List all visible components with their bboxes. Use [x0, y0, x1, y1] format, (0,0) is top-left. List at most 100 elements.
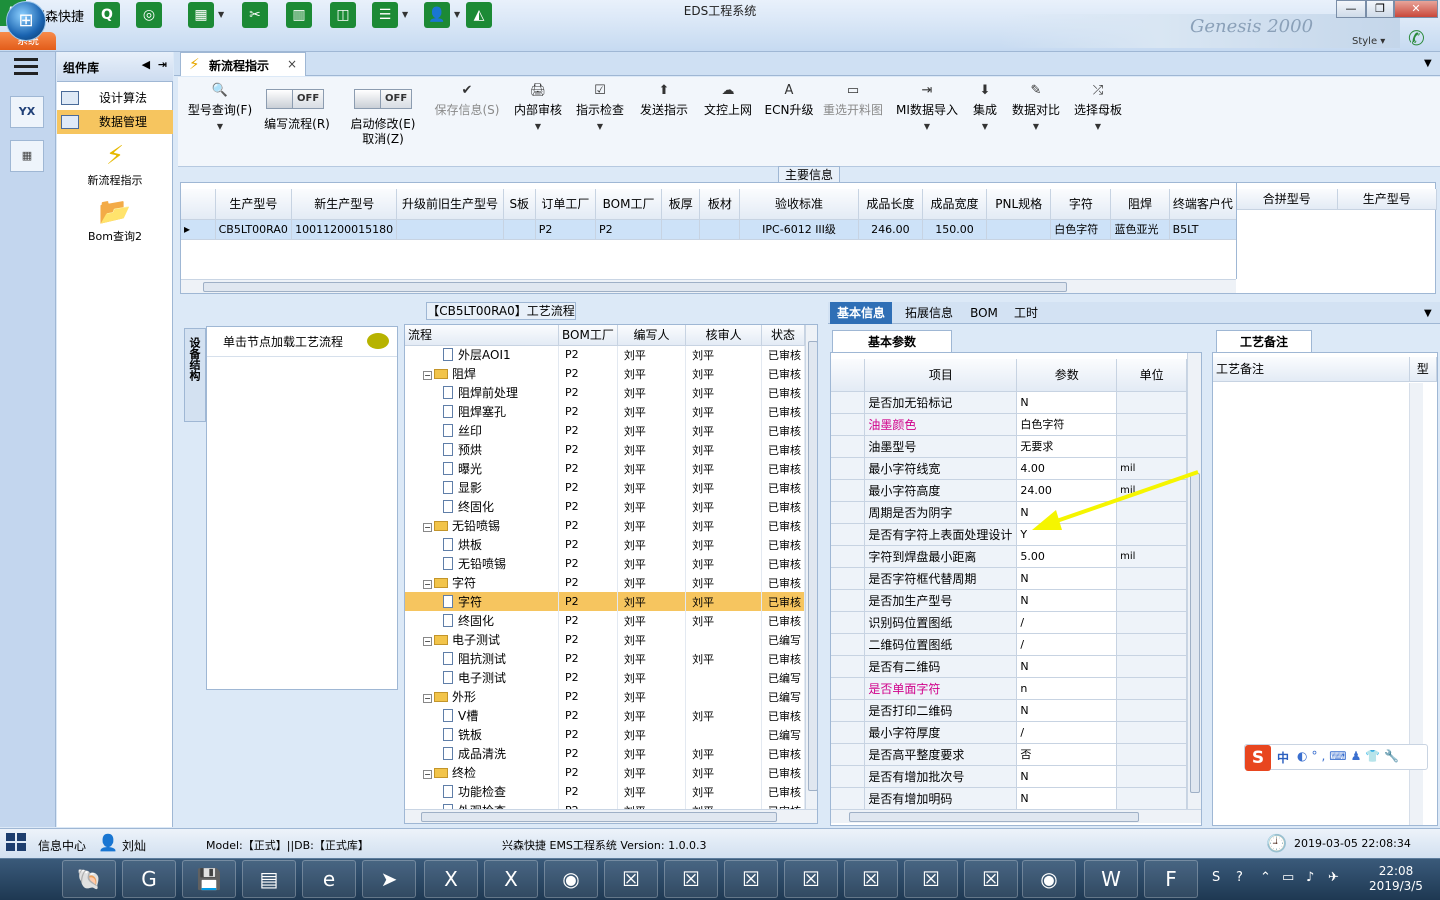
flow-row[interactable]: 功能检查 P2 刘平 刘平 已审核: [405, 782, 806, 801]
param-row[interactable]: 是否加生产型号 N: [831, 589, 1187, 612]
equipment-structure-tab[interactable]: 设备结构: [184, 328, 206, 422]
chevron-down-icon[interactable]: ▼: [182, 122, 258, 131]
save-app-icon[interactable]: 💾: [182, 860, 236, 898]
col-writer[interactable]: 编写人: [617, 325, 687, 346]
col-process-notes[interactable]: 工艺备注: [1213, 357, 1410, 382]
write-flow-toggle[interactable]: OFF: [266, 89, 324, 109]
calculator-icon[interactable]: ▦: [10, 140, 44, 172]
flow-row[interactable]: 终固化 P2 刘平 刘平 已审核: [405, 497, 806, 516]
cell-pnl-spec[interactable]: [986, 219, 1052, 240]
flow-row[interactable]: 无铅喷锡 P2 刘平 刘平 已审核: [405, 554, 806, 573]
library-new-flow-instruction[interactable]: ⚡ 新流程指示: [57, 140, 173, 188]
flow-row[interactable]: 显影 P2 刘平 刘平 已审核: [405, 478, 806, 497]
window-app-icon[interactable]: ☒: [904, 860, 958, 898]
library-bom-query[interactable]: 📂 Bom查询2: [57, 196, 173, 244]
hamburger-menu-icon[interactable]: [14, 58, 38, 76]
param-value[interactable]: N: [1016, 567, 1118, 590]
flow-row[interactable]: 铣板 P2 刘平 已编写: [405, 725, 806, 744]
flow-row[interactable]: 终固化 P2 刘平 刘平 已审核: [405, 611, 806, 630]
param-row[interactable]: 是否高平整度要求否: [831, 743, 1187, 766]
window-app-icon[interactable]: ☒: [844, 860, 898, 898]
cell-end-customer[interactable]: B5LT: [1169, 219, 1238, 240]
ime-toolbar[interactable]: S 中 ◐°,⌨♟👕🔧: [1244, 744, 1428, 771]
model-query-button[interactable]: 🔍 型号查询(F) ▼: [182, 83, 258, 131]
style-menu[interactable]: Style ▾: [1352, 36, 1385, 47]
param-value[interactable]: 白色字符: [1016, 413, 1118, 436]
col-finished-width[interactable]: 成品宽度: [922, 189, 988, 220]
flow-row[interactable]: 烘板 P2 刘平 刘平 已审核: [405, 535, 806, 554]
col-unit[interactable]: 单位: [1116, 359, 1187, 392]
col-item[interactable]: 项目: [864, 359, 1018, 392]
col-end-customer[interactable]: 终端客户代: [1169, 189, 1238, 220]
mi-import-button[interactable]: ⇥ MI数据导入 ▼: [894, 83, 960, 131]
integrate-button[interactable]: ⬇ 集成 ▼: [970, 83, 1000, 131]
instruction-check-button[interactable]: ☑ 指示检查 ▼: [574, 83, 626, 131]
window-app-icon[interactable]: ☒: [604, 860, 658, 898]
start-button[interactable]: ⊞: [6, 1, 46, 41]
col-process[interactable]: 流程: [405, 325, 560, 346]
library-item-design-algorithm[interactable]: 设计算法: [57, 86, 173, 110]
flow-row[interactable]: − 电子测试 P2 刘平 已编写: [405, 630, 806, 649]
collapse-toggle-icon[interactable]: −: [423, 371, 432, 380]
flow-row[interactable]: 阻抗测试 P2 刘平 刘平 已审核: [405, 649, 806, 668]
flow-row[interactable]: V槽 P2 刘平 刘平 已审核: [405, 706, 806, 725]
tab-extended-info[interactable]: 拓展信息: [896, 302, 962, 324]
col-model-short[interactable]: 型: [1409, 357, 1437, 382]
param-value[interactable]: 否: [1016, 743, 1118, 766]
col-production-model[interactable]: 生产型号: [215, 189, 293, 220]
col-bom-factory[interactable]: BOM工厂: [595, 189, 663, 220]
volume-tray-icon[interactable]: ♪: [1306, 870, 1314, 885]
start-modify-toggle[interactable]: OFF: [354, 89, 412, 109]
sogou-tray-icon[interactable]: S: [1212, 870, 1220, 885]
scanner-app-icon[interactable]: ▤: [242, 860, 296, 898]
col-order-factory[interactable]: 订单工厂: [535, 189, 596, 220]
doc-control-button[interactable]: ☁ 文控上网: [702, 83, 754, 118]
g-app-icon[interactable]: G: [122, 860, 176, 898]
main-grid-hscroll[interactable]: [181, 279, 1236, 293]
taskbar-clock[interactable]: 22:08 2019/3/5: [1356, 864, 1436, 894]
window-app-icon[interactable]: ☒: [964, 860, 1018, 898]
flow-row[interactable]: 丝印 P2 刘平 刘平 已审核: [405, 421, 806, 440]
collapse-toggle-icon[interactable]: −: [423, 694, 432, 703]
tab-basic-params[interactable]: 基本参数: [832, 330, 952, 352]
flow-row[interactable]: − 外形 P2 刘平 已编写: [405, 687, 806, 706]
collapse-toggle-icon[interactable]: −: [423, 523, 432, 532]
col-param[interactable]: 参数: [1016, 359, 1118, 392]
window-app-icon[interactable]: ☒: [784, 860, 838, 898]
col-board-thickness[interactable]: 板厚: [661, 189, 701, 220]
param-row[interactable]: 二维码位置图纸 /: [831, 633, 1187, 656]
tab-list-dropdown-icon[interactable]: ▼: [1424, 58, 1432, 69]
info-tabs-dropdown-icon[interactable]: ▼: [1424, 308, 1432, 319]
flow-vscroll[interactable]: [805, 325, 817, 809]
flow-row[interactable]: 预烘 P2 刘平 刘平 已审核: [405, 440, 806, 459]
flow-row[interactable]: 电子测试 P2 刘平 已编写: [405, 668, 806, 687]
param-value[interactable]: N: [1016, 765, 1118, 788]
param-row[interactable]: 是否打印二维码 N: [831, 699, 1187, 722]
info-center[interactable]: 信息中心: [38, 837, 86, 854]
save-info-button[interactable]: ✔ 保存信息(S): [432, 83, 502, 118]
params-hscroll[interactable]: [831, 809, 1201, 823]
excel-icon[interactable]: X: [484, 860, 538, 898]
flow-row[interactable]: 阻焊前处理 P2 刘平 刘平 已审核: [405, 383, 806, 402]
cell-bom-factory[interactable]: P2: [595, 219, 663, 240]
flow-hscroll[interactable]: [405, 809, 817, 823]
ime-tools-icon[interactable]: ◐°,⌨♟👕🔧: [1297, 749, 1403, 763]
network-tray-icon[interactable]: ▭: [1282, 870, 1294, 885]
window-app-icon[interactable]: ☒: [664, 860, 718, 898]
phone-icon[interactable]: ✆: [1408, 26, 1425, 50]
genesis-app-icon[interactable]: ◉: [1022, 860, 1076, 898]
cell-solder-mask[interactable]: 蓝色亚光: [1110, 219, 1170, 240]
param-row[interactable]: 是否加无铅标记 N: [831, 391, 1187, 414]
param-row[interactable]: 是否单面字符 n: [831, 677, 1187, 700]
flow-row[interactable]: 字符 P2 刘平 刘平 已审核: [405, 592, 806, 611]
help-tray-icon[interactable]: ?: [1236, 870, 1243, 885]
flow-row[interactable]: 外层AOI1 P2 刘平 刘平 已审核: [405, 345, 806, 364]
library-item-data-management[interactable]: 数据管理: [57, 110, 173, 134]
param-row[interactable]: 油墨颜色 白色字符: [831, 413, 1187, 436]
send-instruction-button[interactable]: ⬆ 发送指示: [638, 83, 690, 118]
col-s-board[interactable]: S板: [503, 189, 536, 220]
chevron-down-icon[interactable]: ▼: [894, 122, 960, 131]
param-value[interactable]: /: [1016, 721, 1118, 744]
maximize-button[interactable]: ❐: [1366, 0, 1394, 18]
flow-row[interactable]: − 终检 P2 刘平 刘平 已审核: [405, 763, 806, 782]
